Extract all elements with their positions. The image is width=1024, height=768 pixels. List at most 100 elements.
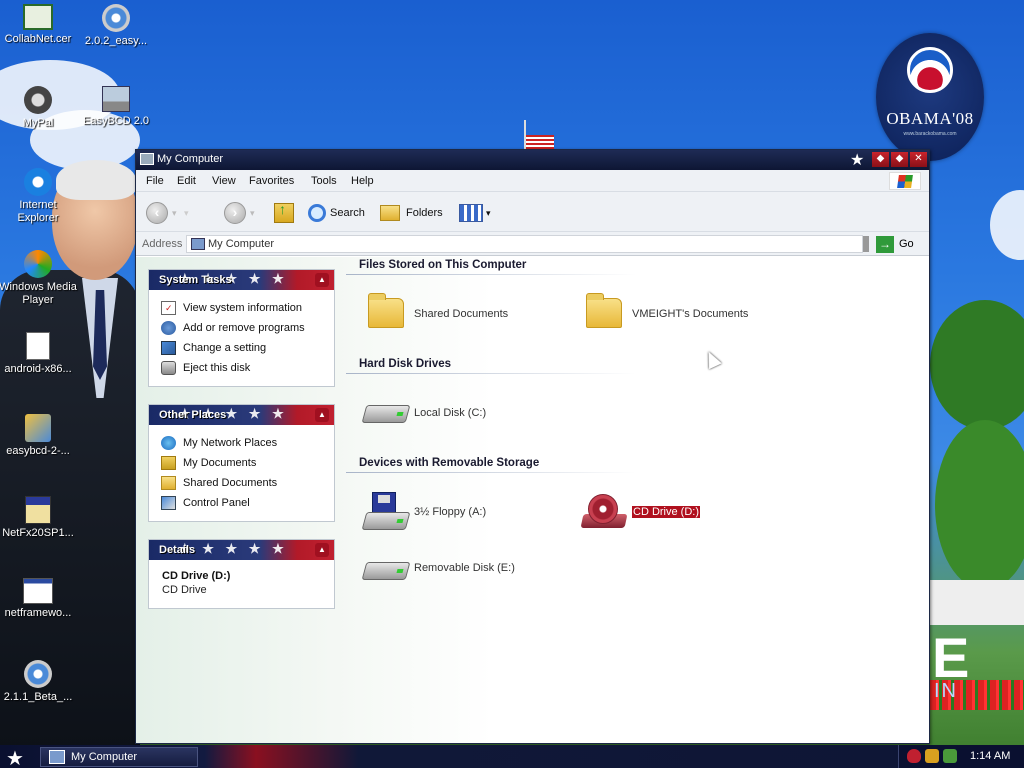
search-button[interactable]: Search [308,201,365,225]
other-places-header[interactable]: ★ ★ ★ ★ ★ Other Places ▲ [149,405,334,425]
maximize-button[interactable]: ◆ [891,152,908,167]
up-button[interactable]: ↑ [274,201,294,225]
place-control-panel[interactable]: Control Panel [149,493,334,513]
item-shared-documents[interactable]: Shared Documents [362,293,508,334]
windows-logo-icon [889,172,921,190]
eject-icon [161,361,176,375]
setup-package-icon [25,496,51,524]
installer-disc-icon [102,4,130,32]
item-local-disk-c[interactable]: Local Disk (C:) [361,393,486,433]
item-cd-drive-d[interactable]: CD Drive (D:) [580,492,701,532]
details-pane: ★ ★ ★ ★ ★ Details ▲ CD Drive (D:) CD Dri… [148,539,335,609]
add-remove-programs-icon [161,321,176,335]
computer-icon [49,750,65,764]
item-removable-disk-e[interactable]: Removable Disk (E:) [361,548,515,588]
collapse-icon[interactable]: ▲ [315,273,329,287]
installer-icon [25,414,51,442]
minimize-button[interactable]: ◆ [872,152,889,167]
my-documents-icon [161,456,176,470]
address-input[interactable]: My Computer [186,235,863,253]
task-view-system-information[interactable]: ✓ View system information [149,298,334,318]
security-shield-icon[interactable] [907,749,921,763]
menu-help[interactable]: Help [351,175,374,187]
forward-button[interactable]: › ▾ [224,201,255,225]
desktop-icon-mypal[interactable]: MyPal [0,86,78,130]
folders-button[interactable]: Folders [380,201,443,225]
hard-disk-icon [361,393,411,433]
menu-file[interactable]: File [146,175,164,187]
control-panel-icon [161,341,176,355]
address-bar: Address My Computer → Go [136,232,929,256]
certificate-icon [23,4,53,30]
internet-explorer-icon [24,168,52,196]
section-divider [346,274,636,275]
menu-bar: File Edit View Favorites Tools Help [136,170,929,192]
section-divider [346,472,636,473]
obama-logo: OBAMA'08 www.barackobama.com [876,33,984,161]
desktop-icon-netfx20sp1[interactable]: NetFx20SP1... [0,496,78,540]
network-icon[interactable] [925,749,939,763]
place-my-documents[interactable]: My Documents [149,453,334,473]
details-header[interactable]: ★ ★ ★ ★ ★ Details ▲ [149,540,334,560]
views-button[interactable]: ▾ [459,201,491,225]
desktop-icon-windows-media-player[interactable]: Windows Media Player [0,250,78,307]
window-title: My Computer [157,153,224,165]
desktop-icon-easybcd-2[interactable]: easybcd-2-... [0,414,78,458]
desktop-icon-easybcd[interactable]: EasyBCD 2.0 [76,86,156,128]
section-files-title: Files Stored on This Computer [359,259,527,271]
safely-remove-icon[interactable] [943,749,957,763]
place-my-network-places[interactable]: My Network Places [149,433,334,453]
other-places-pane: ★ ★ ★ ★ ★ Other Places ▲ My Network Plac… [148,404,335,522]
place-shared-documents[interactable]: Shared Documents [149,473,334,493]
desktop-icon-easybcd-installer[interactable]: 2.0.2_easy... [76,4,156,48]
cd-drive-icon [580,492,628,532]
task-eject-disk[interactable]: Eject this disk [149,358,334,378]
menu-view[interactable]: View [212,175,236,187]
folder-icon [161,476,176,490]
views-icon [459,204,483,222]
desktop-icon-internet-explorer[interactable]: Internet Explorer [0,168,78,225]
close-button[interactable]: ✕ [910,152,927,167]
network-places-icon [161,436,176,450]
up-folder-icon: ↑ [274,201,294,223]
forward-arrow-icon: › [224,202,246,224]
menu-edit[interactable]: Edit [177,175,196,187]
search-icon [308,204,326,222]
system-tasks-header[interactable]: ★ ★ ★ ★ ★ System Tasks ▲ [149,270,334,290]
installer-disc-icon [24,660,52,688]
item-vmeight-documents[interactable]: VMEIGHT's Documents [580,293,748,334]
computer-icon [140,153,154,165]
taskbar-button-my-computer[interactable]: My Computer [40,747,198,767]
menu-favorites[interactable]: Favorites [249,175,294,187]
disc-image-icon [26,332,50,360]
desktop-icon-android-x86[interactable]: android-x86... [0,332,78,376]
media-player-icon [24,250,52,278]
raccoon-shortcut-icon [24,86,52,114]
system-tasks-pane: ★ ★ ★ ★ ★ System Tasks ▲ ✓ View system i… [148,269,335,387]
window-app-icon [23,578,53,604]
back-dropdown-icon: ▾ [172,207,177,218]
section-divider [346,373,636,374]
views-dropdown-icon: ▾ [486,207,491,218]
menu-tools[interactable]: Tools [311,175,337,187]
start-button[interactable]: ★ [6,746,24,768]
stars-decoration: ★ ★ ★ ★ ★ [179,541,288,556]
go-button[interactable]: → Go [876,235,914,253]
desktop-icon-collabnet[interactable]: CollabNet.cer [0,4,78,46]
back-button[interactable]: ‹ ▾ [146,201,177,225]
clock[interactable]: 1:14 AM [970,750,1010,762]
collapse-icon[interactable]: ▲ [315,408,329,422]
collapse-icon[interactable]: ▲ [315,543,329,557]
folders-icon [380,205,400,221]
system-info-icon: ✓ [161,301,176,315]
computer-shortcut-icon [102,86,130,112]
my-computer-window: My Computer ★ ◆ ◆ ✕ File Edit View Favor… [135,149,930,744]
task-change-setting[interactable]: Change a setting [149,338,334,358]
task-add-remove-programs[interactable]: Add or remove programs [149,318,334,338]
control-panel-icon [161,496,176,510]
title-bar[interactable]: My Computer ★ ◆ ◆ ✕ [136,150,929,170]
item-floppy-a[interactable]: 3½ Floppy (A:) [361,492,486,532]
desktop-icon-beta-installer[interactable]: 2.1.1_Beta_... [0,660,78,704]
desktop-icon-netframework[interactable]: netframewo... [0,578,78,620]
address-dropdown-handle[interactable] [863,236,869,252]
